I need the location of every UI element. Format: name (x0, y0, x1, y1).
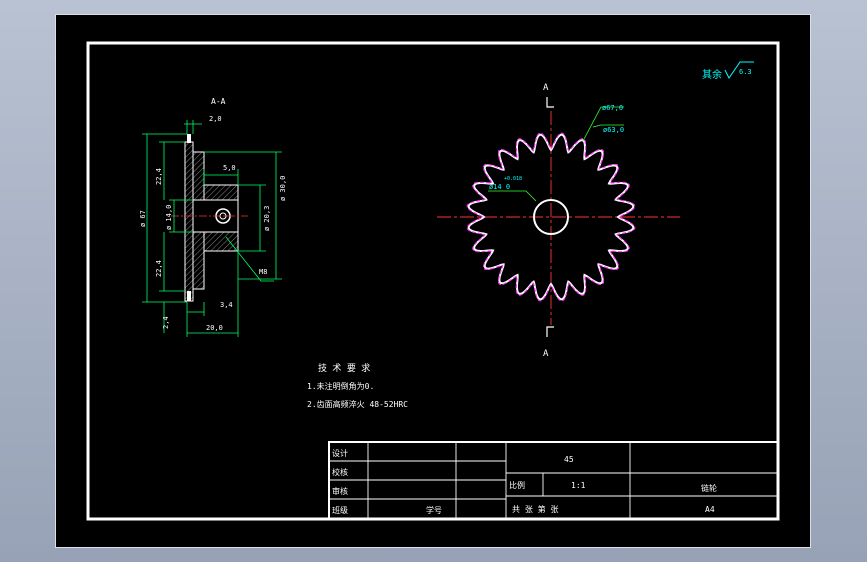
dim-total-width: 20,0 (206, 324, 223, 332)
dim-upper-tooth: 22,4 (155, 168, 163, 185)
tb-scale-label: 比例 (509, 480, 525, 490)
tb-part-name: 链轮 (701, 483, 717, 493)
tb-sheets: 共 张 第 张 (512, 504, 558, 514)
cut-marker-bottom (546, 326, 554, 337)
dim-hub-dia: ø 30,0 (279, 176, 287, 201)
tb-scale-value: 1:1 (571, 481, 586, 490)
tech-notes-title: 技 术 要 求 (318, 362, 370, 374)
title-block: 设计 校核 审核 班级 学号 45 比例 1:1 链轮 共 张 第 张 A4 (328, 441, 779, 520)
leader-bore (488, 190, 537, 202)
dim-lower-tooth: 22,4 (155, 260, 163, 277)
dim-bore-dia: ø 20,3 (263, 206, 271, 231)
tb-check: 校核 (332, 467, 348, 477)
section-view: A-A 2,0 5,0 ø 30,0 ø 20,3 22,4 ø 14,0 22… (139, 97, 287, 337)
section-label: A-A (211, 97, 226, 106)
sprocket-plate (184, 141, 194, 302)
dim-pitch-dia: ø 67 (139, 210, 147, 227)
roughness-value: 6.3 (739, 68, 752, 76)
roughness-symbol: 其余 6.3 (702, 61, 754, 81)
cut-label-top: A (543, 83, 549, 93)
label-bore-tol: +0.018 (504, 176, 522, 182)
dim-bore-center: ø 14,0 (165, 205, 173, 230)
cad-viewer: A-A 2,0 5,0 ø 30,0 ø 20,3 22,4 ø 14,0 22… (0, 0, 867, 562)
tech-notes: 技 术 要 求 1.未注明倒角为0. 2.齿面高频淬火 48-52HRC (307, 362, 408, 409)
cut-label-bottom: A (543, 349, 549, 359)
label-root-dia: ø63,0 (603, 126, 624, 134)
front-view: A A ø67,0 ø63,0 +0.018 ø14 0 (437, 83, 680, 359)
drawing-canvas[interactable]: A-A 2,0 5,0 ø 30,0 ø 20,3 22,4 ø 14,0 22… (55, 14, 811, 548)
tb-review: 审核 (332, 486, 348, 496)
tooth-tip-bottom (187, 291, 191, 301)
leader-outer-dia (582, 106, 624, 142)
tb-sheet-size: A4 (705, 505, 715, 514)
tb-design: 设计 (332, 448, 348, 458)
dim-bore-depth: 5,0 (223, 164, 236, 172)
tb-class: 班级 (332, 505, 348, 515)
label-bore-dia: ø14 0 (489, 183, 510, 191)
dim-hub-width: 2,0 (209, 115, 222, 123)
dim-offset: 3,4 (220, 301, 233, 309)
tech-note-2: 2.齿面高频淬火 48-52HRC (307, 399, 408, 409)
roughness-prefix: 其余 (702, 68, 722, 81)
tb-material: 45 (564, 455, 574, 464)
cut-marker-top (546, 97, 554, 108)
tech-note-1: 1.未注明倒角为0. (307, 381, 374, 391)
tooth-tip-top (187, 134, 191, 143)
dim-keyhole: M8 (259, 268, 267, 276)
tb-student-no: 学号 (426, 505, 442, 515)
label-outer-dia: ø67,0 (602, 104, 623, 112)
drawing-svg: A-A 2,0 5,0 ø 30,0 ø 20,3 22,4 ø 14,0 22… (86, 41, 780, 521)
dim-tooth-bottom: 2,4 (162, 316, 170, 329)
